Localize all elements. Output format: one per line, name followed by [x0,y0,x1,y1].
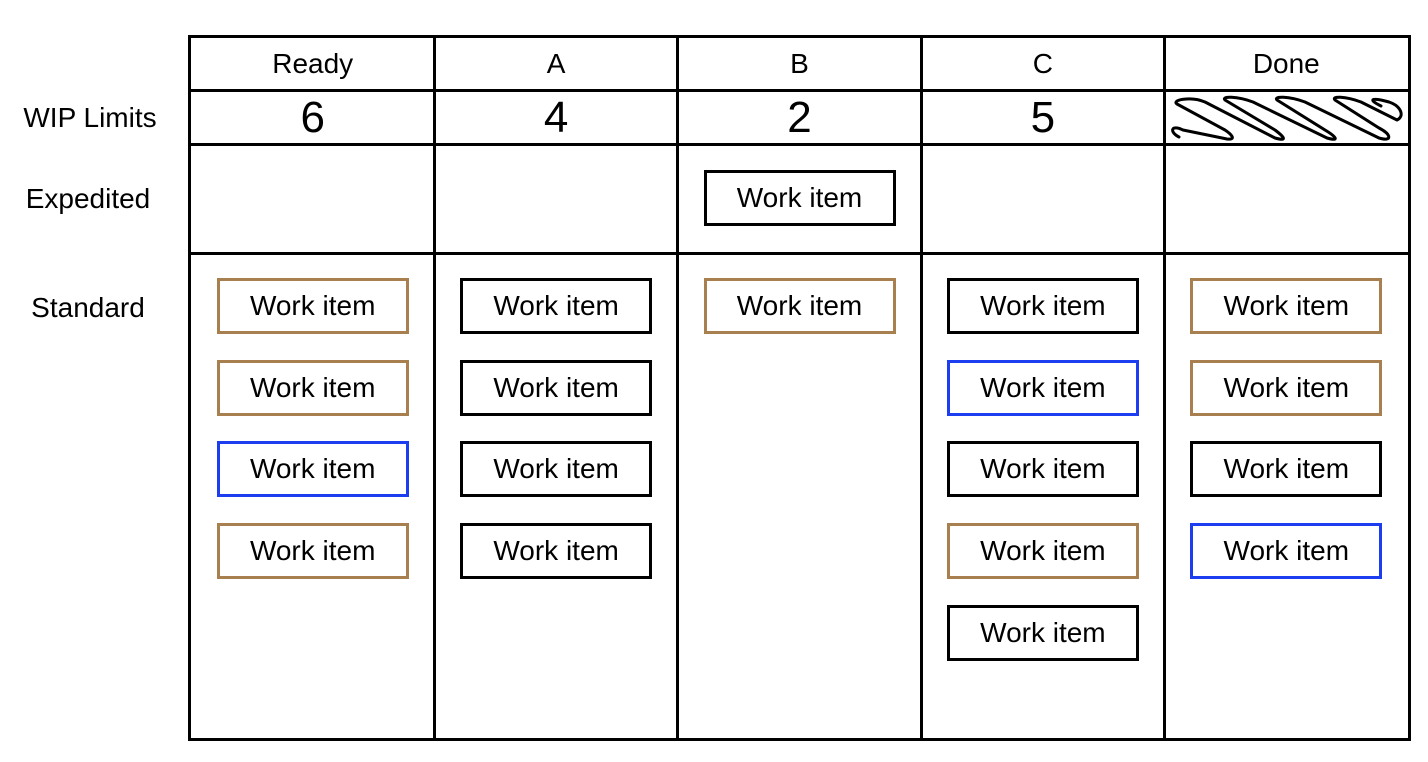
work-item-card[interactable]: Work item [1190,523,1383,580]
wip-limit-c: 5 [1030,92,1056,142]
kanban-board: Ready 6 Work item Work item Work item Work it… [188,35,1411,741]
work-item-card[interactable]: Work item [1190,359,1383,416]
wip-limit-a: 4 [543,92,569,142]
work-item-card[interactable]: Work item [946,441,1139,498]
work-item-card[interactable]: Work item [216,278,409,334]
wip-limit-hatched-done [1165,92,1408,143]
work-item-card[interactable]: Work item [946,359,1139,416]
work-item-card[interactable]: Work item [460,441,653,498]
work-item-card[interactable]: Work item [460,278,653,334]
column-header-a: A [546,47,566,79]
hatch-pattern-icon [1170,95,1403,141]
hatch-stroke [1170,95,1403,141]
column-header-b: B [790,47,809,79]
work-item-card-expedited[interactable]: Work item [703,170,896,226]
work-item-card[interactable]: Work item [216,523,409,580]
column-divider [1163,38,1167,738]
divider-wip [191,143,1408,146]
work-item-card[interactable]: Work item [1190,278,1383,334]
work-item-card[interactable]: Work item [946,278,1139,334]
wip-limit-b: 2 [787,92,812,142]
column-divider [919,38,923,738]
column-divider [432,38,436,738]
work-item-card[interactable]: Work item [946,604,1139,661]
work-item-card[interactable]: Work item [1190,441,1383,498]
work-item-card[interactable]: Work item [460,359,653,416]
column-header-done: Done [1252,47,1320,79]
work-item-card[interactable]: Work item [216,359,409,416]
column-divider [676,38,680,738]
row-label-wip-limits: WIP Limits [23,102,157,133]
work-item-card[interactable]: Work item [216,441,409,498]
column-header-c: C [1032,47,1053,79]
wip-limit-ready: 6 [300,92,325,142]
column-header-ready: Ready [272,47,354,79]
work-item-card[interactable]: Work item [946,523,1139,580]
work-item-card[interactable]: Work item [703,278,896,334]
row-label-expedited: Expedited [25,183,151,214]
row-label-standard: Standard [31,292,145,323]
work-item-card[interactable]: Work item [460,523,653,580]
divider-expedited [191,252,1408,255]
